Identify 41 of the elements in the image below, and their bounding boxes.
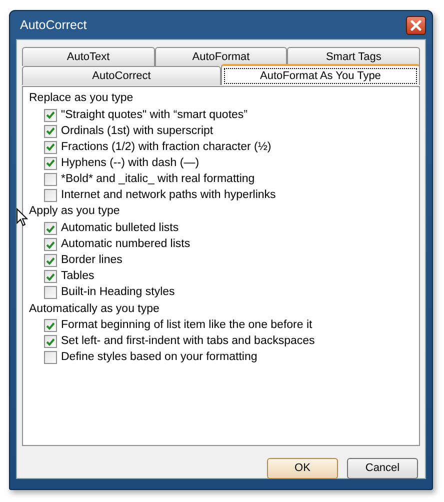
checkbox-label: Built-in Heading styles <box>61 284 175 300</box>
checkbox[interactable] <box>44 108 57 122</box>
checkbox[interactable] <box>44 319 57 332</box>
checkbox[interactable] <box>44 172 57 186</box>
checkbox-label: Automatic bulleted lists <box>61 220 179 236</box>
checkbox[interactable] <box>44 351 57 364</box>
tab[interactable]: AutoFormat As You Type <box>221 64 420 85</box>
checkbox-label: Internet and network paths with hyperlinks <box>61 188 276 203</box>
checkbox-label: Format beginning of list item like the one before it <box>61 318 312 334</box>
checkbox[interactable] <box>44 188 57 202</box>
ok-button[interactable]: OK <box>267 458 338 479</box>
checkbox-label: Border lines <box>61 252 122 268</box>
checkbox-label: Fractions (1/2) with fraction character (½) <box>61 140 272 155</box>
section-heading: Replace as you type <box>29 91 134 106</box>
checkbox[interactable] <box>44 156 57 170</box>
checkbox-label: Ordinals (1st) with superscript <box>61 124 214 139</box>
window-title: AutoCorrect <box>20 16 87 34</box>
checkbox-label: Tables <box>61 268 94 284</box>
section-heading: Automatically as you type <box>29 302 160 316</box>
checkbox-label: Define styles based on your formatting <box>61 350 258 366</box>
cancel-button[interactable]: Cancel <box>347 458 418 479</box>
close-button[interactable] <box>406 16 426 34</box>
tab[interactable]: AutoText <box>22 47 155 66</box>
checkbox-label: "Straight quotes" with “smart quotes” <box>61 108 248 123</box>
checkbox-label: Hyphens (--) with dash (—) <box>61 156 200 171</box>
checkbox[interactable] <box>44 124 57 138</box>
checkbox-label: *Bold* and _italic_ with real formatting <box>61 172 255 187</box>
checkbox[interactable] <box>44 238 57 251</box>
checkbox[interactable] <box>44 254 57 267</box>
checkbox-label: Set left- and first-indent with tabs and backspaces <box>61 334 315 350</box>
checkbox[interactable] <box>44 335 57 348</box>
checkbox[interactable] <box>44 140 57 154</box>
checkbox[interactable] <box>44 270 57 283</box>
close-icon <box>410 20 422 30</box>
tab[interactable]: AutoCorrect <box>22 66 221 85</box>
section-heading: Apply as you type <box>29 204 120 220</box>
tab[interactable]: AutoFormat <box>154 47 288 66</box>
checkbox[interactable] <box>44 222 57 235</box>
checkbox[interactable] <box>44 286 57 299</box>
checkbox-label: Automatic numbered lists <box>61 236 190 252</box>
tab[interactable]: Smart Tags <box>287 47 420 66</box>
